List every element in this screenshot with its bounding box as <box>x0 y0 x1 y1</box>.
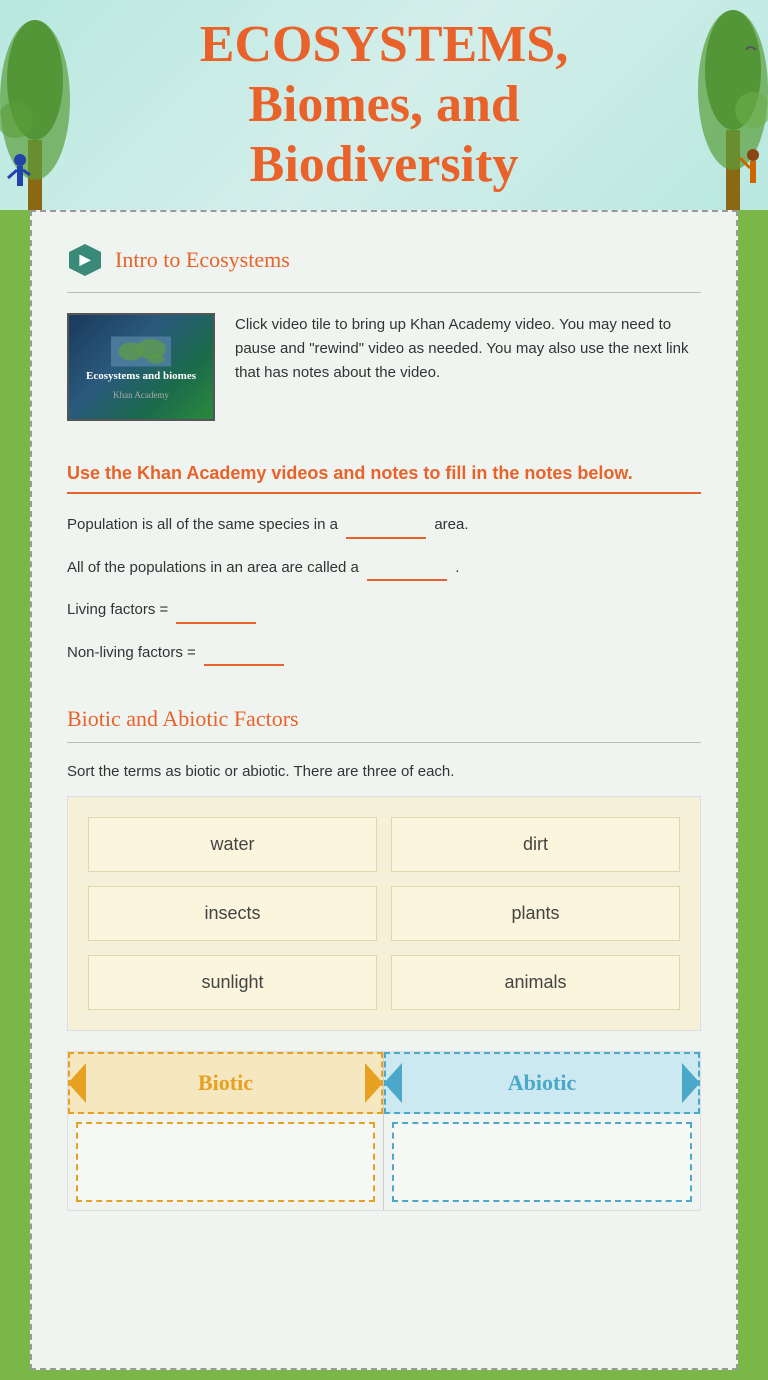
biotic-label: Biotic <box>198 1070 253 1096</box>
abiotic-drop-area[interactable] <box>392 1122 692 1202</box>
video-thumbnail[interactable]: Ecosystems and biomes Khan Academy <box>67 313 215 421</box>
abiotic-label: Abiotic <box>508 1070 576 1096</box>
instruction-text: Use the Khan Academy videos and notes to… <box>67 461 701 486</box>
fill-row-3: Living factors = <box>67 599 701 624</box>
fill-row-4: Non-living factors = <box>67 642 701 667</box>
hero-section: ECOSYSTEMS, Biomes, and Biodiversity <box>0 0 768 210</box>
abiotic-arrow-right <box>682 1063 700 1103</box>
video-thumb-title: Ecosystems and biomes <box>86 369 196 383</box>
video-description: Click video tile to bring up Khan Academ… <box>235 313 701 385</box>
section1-title: Intro to Ecosystems <box>115 247 290 273</box>
svg-text:▶: ▶ <box>79 253 92 268</box>
abiotic-arrow-left <box>384 1063 402 1103</box>
content-card: ▶ Intro to Ecosystems Ecosystems and bio… <box>30 210 738 1370</box>
section2-header: Biotic and Abiotic Factors <box>67 706 701 743</box>
sort-instruction: Sort the terms as biotic or abiotic. The… <box>67 763 701 780</box>
fill-row-1: Population is all of the same species in… <box>67 514 701 539</box>
biotic-column: Biotic <box>68 1052 384 1210</box>
blank-3[interactable] <box>176 599 256 624</box>
section2-title: Biotic and Abiotic Factors <box>67 706 701 732</box>
tree-right-decoration <box>698 0 768 210</box>
term-plants[interactable]: plants <box>391 886 680 941</box>
abiotic-column: Abiotic <box>384 1052 700 1210</box>
section2-divider <box>67 742 701 743</box>
sort-columns: Biotic Abiotic <box>67 1051 701 1211</box>
term-water[interactable]: water <box>88 817 377 872</box>
biotic-arrow-left <box>68 1063 86 1103</box>
terms-grid: water dirt insects plants sunlight anima… <box>67 796 701 1031</box>
tree-left-decoration <box>0 0 70 210</box>
video-brand: Khan Academy <box>113 390 169 400</box>
video-map-graphic <box>111 334 171 369</box>
blank-2[interactable] <box>367 557 447 582</box>
term-animals[interactable]: animals <box>391 955 680 1010</box>
blank-1[interactable] <box>346 514 426 539</box>
term-sunlight[interactable]: sunlight <box>88 955 377 1010</box>
blank-4[interactable] <box>204 642 284 667</box>
term-insects[interactable]: insects <box>88 886 377 941</box>
hero-title: ECOSYSTEMS, Biomes, and Biodiversity <box>200 15 568 194</box>
biotic-header: Biotic <box>68 1052 383 1114</box>
fill-row-2: All of the populations in an area are ca… <box>67 557 701 582</box>
video-row: Ecosystems and biomes Khan Academy Click… <box>67 313 701 421</box>
section1-icon: ▶ <box>67 242 103 278</box>
instruction-divider <box>67 492 701 494</box>
abiotic-header: Abiotic <box>384 1052 700 1114</box>
term-dirt[interactable]: dirt <box>391 817 680 872</box>
section1-header: ▶ Intro to Ecosystems <box>67 242 701 278</box>
biotic-drop-area[interactable] <box>76 1122 375 1202</box>
section1-divider <box>67 292 701 293</box>
biotic-arrow-right <box>365 1063 383 1103</box>
